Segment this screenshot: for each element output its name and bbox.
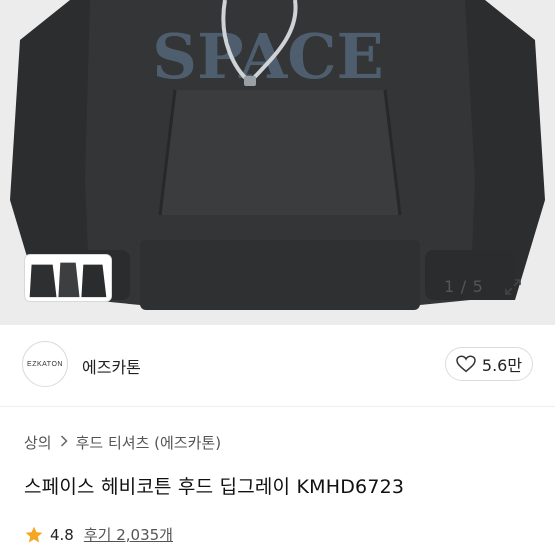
expand-arrows-icon [505,279,521,295]
brand-logo-text: EZKATON [27,360,63,368]
product-image-gallery[interactable]: SPACE 1 / 5 [0,0,555,325]
page-separator: / [460,276,467,296]
brand-row: EZKATON 에즈카톤 5.6만 [0,325,555,407]
thumbnail-image [25,255,111,301]
review-count-link[interactable]: 후기 2,035개 [84,524,173,545]
page-indicator: 1 / 5 [444,274,483,298]
star-icon [25,526,43,542]
rating-row: 4.8 후기 2,035개 [24,524,173,545]
page-current: 1 [444,276,455,296]
page-total: 5 [472,276,484,296]
brand-name[interactable]: 에즈카톤 [82,354,141,378]
expand-button[interactable] [500,274,526,300]
hoodie-print-text: SPACE [152,20,384,93]
product-title: 스페이스 헤비코튼 후드 딥그레이 KMHD6723 [24,476,405,498]
breadcrumb-item-category[interactable]: 상의 [24,432,52,453]
gallery-thumbnail[interactable] [24,254,112,302]
breadcrumb: 상의 후드 티셔츠 (에즈카톤) [24,432,221,453]
like-count: 5.6만 [481,356,523,375]
heart-icon [456,355,476,373]
breadcrumb-item-subcategory[interactable]: 후드 티셔츠 (에즈카톤) [76,432,221,453]
rating-score: 4.8 [50,525,74,544]
brand-logo[interactable]: EZKATON [22,341,68,387]
chevron-right-icon [60,434,68,451]
like-button[interactable]: 5.6만 [445,347,533,381]
